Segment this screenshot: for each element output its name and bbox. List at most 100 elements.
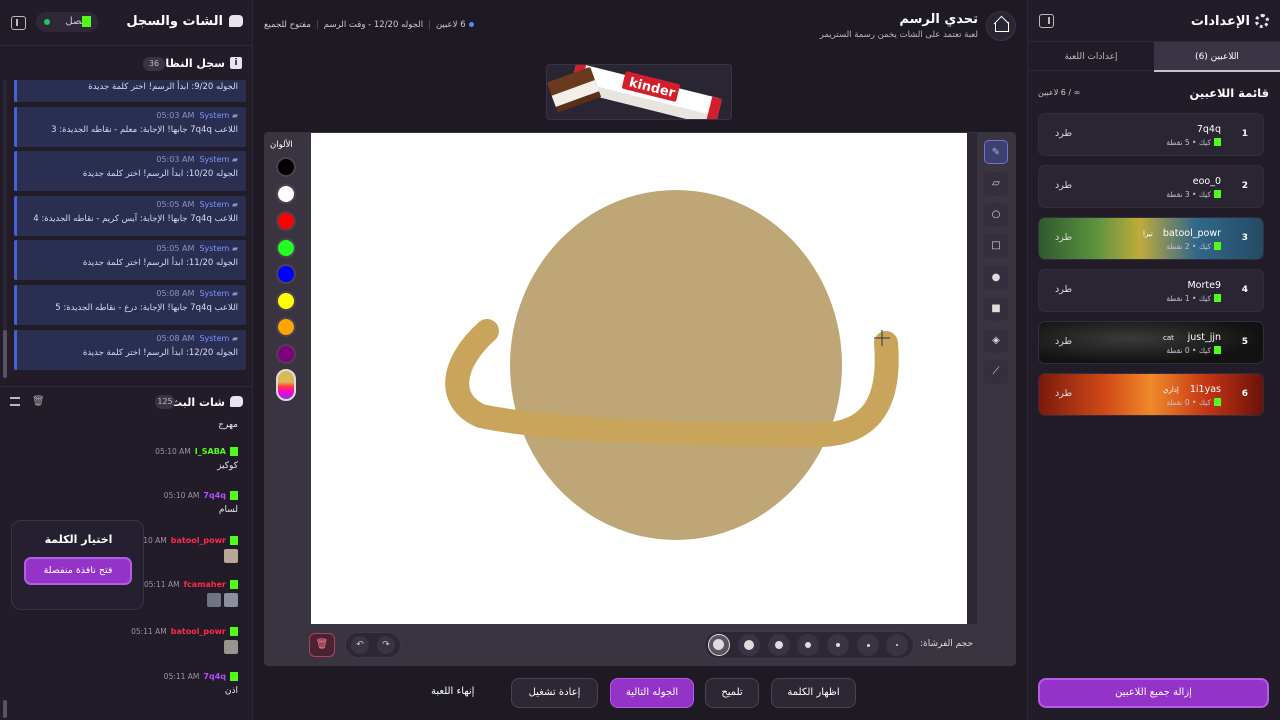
kick-logo-icon [82,16,91,27]
player-card: 1 7q4q كيك • 5 نقطة طرد [1038,113,1264,156]
color-swatch-black[interactable] [276,157,296,177]
player-rank: 1 [1241,129,1248,139]
color-swatch-orange[interactable] [276,317,296,337]
log-item: 05:05 AM System ▰ اللاعب 7q4q جابها! الإ… [14,196,246,236]
player-role-tag: إداري [1163,386,1179,394]
kick-player-button[interactable]: طرد [1055,232,1072,243]
player-rank: 4 [1241,285,1248,295]
brush-size-xxs[interactable] [886,634,908,656]
color-swatch-blue[interactable] [276,264,296,284]
log-count-badge: 36 [143,57,165,71]
brush-size-ml[interactable] [768,634,790,656]
square-outline-icon[interactable]: □ [984,234,1008,258]
chat-username[interactable]: 7q4q [203,672,226,681]
chat-bubble-icon [230,396,243,407]
hint-button[interactable]: تلميح [705,678,759,708]
system-log-title: سجل النظام [157,57,225,70]
log-item: 05:05 AM System ▰ الجوله 11/20: ابدأ الر… [14,240,246,280]
restart-button[interactable]: إعادة تشغيل [511,678,598,708]
chat-message: batool_powr 05:10 AM [131,536,238,566]
player-score: كيك • 0 نقطة [1166,346,1221,355]
kick-badge-icon [1214,242,1221,250]
brush-size-xs[interactable] [857,634,879,656]
chat-message: 7q4q 05:10 AM لسام [164,491,238,515]
end-game-button[interactable]: إنهاء اللعبة [431,686,474,697]
player-card: 5 just_jjn cat كيك • 0 نقطة طرد [1038,321,1264,364]
kick-badge-icon [1214,138,1221,146]
log-time: 05:03 AM [156,111,195,120]
open-popup-button[interactable]: فتح نافذة منفصلة [24,557,132,585]
kick-player-button[interactable]: طرد [1055,180,1072,191]
chat-scrollbar-thumb[interactable] [3,700,7,718]
chat-username[interactable]: 7q4q [203,491,226,500]
kick-player-button[interactable]: طرد [1055,388,1072,399]
drawing-canvas[interactable] [311,133,967,624]
chat-text: مهرج [218,420,238,430]
kick-badge-icon [1214,294,1221,302]
color-swatch-red[interactable] [276,211,296,231]
player-card: 6 1i1yas إداري كيك • 0 نقطة طرد [1038,373,1264,416]
show-word-button[interactable]: اظهار الكلمة [771,678,856,708]
chat-time: 05:10 AM [163,491,200,500]
menu-icon[interactable] [10,397,20,406]
player-name: Morte9 [1187,280,1221,291]
remove-all-players-button[interactable]: إزالة جميع اللاعبين [1038,678,1269,708]
player-name: 1i1yas [1189,384,1221,395]
clear-canvas-trash-icon[interactable]: 🗑 [309,633,335,657]
log-item: 05:08 AM System ▰ الجوله 12/20: ابدأ الر… [14,330,246,370]
chat-message: I_SABA 05:10 AM كوكيز [155,447,238,471]
kick-player-button[interactable]: طرد [1055,128,1072,139]
circle-fill-icon[interactable]: ● [984,266,1008,290]
line-icon[interactable]: ⟋ [984,360,1008,384]
kick-badge-icon [1214,398,1221,406]
stream-chat-title: شات البث [171,396,225,409]
chat-username[interactable]: fcamaher [184,580,226,589]
kick-player-button[interactable]: طرد [1055,284,1072,295]
color-swatch-yellow[interactable] [276,291,296,311]
brush-size-m[interactable] [797,634,819,656]
chat-time: 05:11 AM [143,580,180,589]
brush-size-s[interactable] [827,634,849,656]
chat-username[interactable]: batool_powr [171,627,226,636]
player-rank: 6 [1241,389,1248,399]
chat-username[interactable]: I_SABA [195,447,226,456]
redo-icon[interactable]: ↷ [377,636,395,654]
drawing-svg [445,190,899,540]
log-meta: 05:03 AM System ▰ [156,111,238,120]
open-info: مفتوح للجميع [264,20,311,30]
game-subtitle: لعبة تعتمد على الشات يخمن رسمة الستريمر [819,30,978,40]
collapse-sidebar-icon[interactable] [1039,14,1054,28]
word-image: kinder [546,64,732,120]
collapse-sidebar-icon[interactable] [11,16,26,30]
color-swatch-white[interactable] [276,184,296,204]
brush-size-l[interactable] [738,634,760,656]
chat-username[interactable]: batool_powr [171,536,226,545]
color-swatch-purple[interactable] [276,344,296,364]
kick-player-button[interactable]: طرد [1055,336,1072,347]
player-card: 2 eoo_0 كيك • 3 نقطة طرد [1038,165,1264,208]
player-score: كيك • 2 نقطة [1166,242,1221,251]
custom-color-picker[interactable] [276,369,296,401]
home-icon[interactable] [986,11,1016,41]
tab-game-settings[interactable]: إعدادات اللعبة [1028,42,1154,72]
tab-players[interactable]: اللاعبين (6) [1154,42,1280,72]
undo-icon[interactable]: ↶ [351,636,369,654]
circle-outline-icon[interactable]: ○ [984,203,1008,227]
brush-size-xl[interactable] [708,634,730,656]
scrollbar-thumb[interactable] [3,330,7,378]
chat-message: fcamaher 05:11 AM [144,580,238,610]
square-fill-icon[interactable]: ■ [984,297,1008,321]
emote-image [207,593,221,607]
color-swatch-green[interactable] [276,238,296,258]
trash-icon[interactable]: 🗑 [32,396,45,407]
system-log-header: i سجل النظام 36 🗑 [0,50,253,120]
log-sender: System [199,111,230,120]
next-round-button[interactable]: الجوله التالية [610,678,694,708]
fill-bucket-icon[interactable]: ◈ [984,329,1008,353]
info-icon: i [230,57,242,69]
log-sender: System [199,289,230,298]
chat-time: 05:11 AM [131,627,167,636]
log-meta: 05:08 AM System ▰ [156,334,238,343]
eraser-icon[interactable]: ▱ [984,172,1008,196]
pencil-icon[interactable]: ✎ [984,140,1008,164]
